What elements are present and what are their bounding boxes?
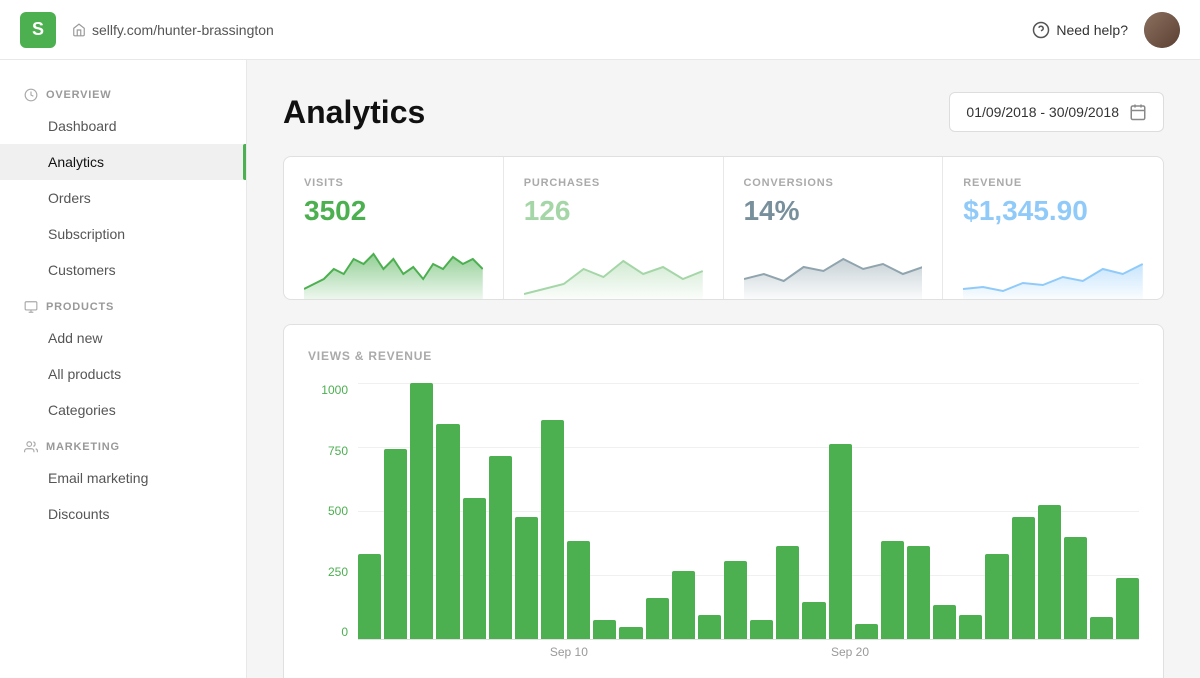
url-bar: sellfy.com/hunter-brassington [72, 22, 274, 38]
sidebar-item-customers[interactable]: Customers [0, 252, 246, 288]
conversions-value: 14% [744, 195, 923, 227]
help-button[interactable]: Need help? [1032, 21, 1128, 39]
revenue-value: $1,345.90 [963, 195, 1143, 227]
stat-cards: VISITS 3502 PURCHASES 126 [283, 156, 1164, 300]
main-content: Analytics 01/09/2018 - 30/09/2018 VISITS… [247, 60, 1200, 678]
calendar-icon [1129, 103, 1147, 121]
bar-13 [698, 615, 721, 639]
y-label-0: 0 [308, 625, 348, 639]
bar-14 [724, 561, 747, 639]
bar-5 [489, 456, 512, 639]
sidebar-item-email-marketing[interactable]: Email marketing [0, 460, 246, 496]
chart-title: VIEWS & REVENUE [308, 349, 1139, 363]
purchases-value: 126 [524, 195, 703, 227]
chart-body: Sep 10 Sep 20 [358, 383, 1139, 663]
x-label-sep20: Sep 20 [831, 645, 869, 659]
y-label-1000: 1000 [308, 383, 348, 397]
sidebar-item-all-products[interactable]: All products [0, 356, 246, 392]
stat-card-conversions: CONVERSIONS 14% [724, 157, 944, 299]
bar-24 [985, 554, 1008, 639]
chart-container: 1000 750 500 250 0 [308, 383, 1139, 663]
help-label: Need help? [1056, 22, 1128, 38]
bar-9 [593, 620, 616, 640]
bar-22 [933, 605, 956, 639]
bar-18 [829, 444, 852, 639]
layout: OVERVIEW Dashboard Analytics Orders Subs… [0, 60, 1200, 678]
sidebar-item-subscription[interactable]: Subscription [0, 216, 246, 252]
bar-10 [619, 627, 642, 639]
bar-16 [776, 546, 799, 639]
chart-x-axis: Sep 10 Sep 20 [358, 639, 1139, 663]
bar-7 [541, 420, 564, 639]
marketing-icon [24, 440, 38, 454]
stat-card-purchases: PURCHASES 126 [504, 157, 724, 299]
bar-2 [410, 383, 433, 639]
chart-y-axis: 1000 750 500 250 0 [308, 383, 348, 663]
purchases-sparkline [524, 239, 703, 299]
sidebar-item-categories[interactable]: Categories [0, 392, 246, 428]
date-range-text: 01/09/2018 - 30/09/2018 [966, 104, 1119, 120]
visits-value: 3502 [304, 195, 483, 227]
revenue-label: REVENUE [963, 177, 1143, 189]
bar-6 [515, 517, 538, 639]
bar-26 [1038, 505, 1061, 639]
y-label-250: 250 [308, 565, 348, 579]
products-section-label: PRODUCTS [0, 288, 246, 320]
visits-label: VISITS [304, 177, 483, 189]
stat-card-visits: VISITS 3502 [284, 157, 504, 299]
avatar[interactable] [1144, 12, 1180, 48]
conversions-sparkline [744, 239, 923, 299]
bar-25 [1012, 517, 1035, 639]
bar-27 [1064, 537, 1087, 639]
sidebar: OVERVIEW Dashboard Analytics Orders Subs… [0, 60, 247, 678]
sidebar-item-add-new[interactable]: Add new [0, 320, 246, 356]
sidebar-item-dashboard[interactable]: Dashboard [0, 108, 246, 144]
products-icon [24, 300, 38, 314]
overview-icon [24, 88, 38, 102]
bar-8 [567, 541, 590, 639]
url-text: sellfy.com/hunter-brassington [92, 22, 274, 38]
page-title: Analytics [283, 94, 425, 131]
sidebar-item-analytics[interactable]: Analytics [0, 144, 246, 180]
bar-21 [907, 546, 930, 639]
y-label-500: 500 [308, 504, 348, 518]
bar-19 [855, 624, 878, 639]
logo-letter: S [32, 19, 44, 40]
conversions-label: CONVERSIONS [744, 177, 923, 189]
sidebar-item-orders[interactable]: Orders [0, 180, 246, 216]
bar-1 [384, 449, 407, 639]
avatar-image [1144, 12, 1180, 48]
page-header: Analytics 01/09/2018 - 30/09/2018 [283, 92, 1164, 132]
bar-29 [1116, 578, 1139, 639]
bar-20 [881, 541, 904, 639]
sidebar-item-discounts[interactable]: Discounts [0, 496, 246, 532]
home-icon [72, 23, 86, 37]
bar-11 [646, 598, 669, 639]
date-picker[interactable]: 01/09/2018 - 30/09/2018 [949, 92, 1164, 132]
topbar: S sellfy.com/hunter-brassington Need hel… [0, 0, 1200, 60]
bar-17 [802, 602, 825, 639]
marketing-section-label: MARKETING [0, 428, 246, 460]
bar-15 [750, 620, 773, 640]
logo[interactable]: S [20, 12, 56, 48]
bar-28 [1090, 617, 1113, 639]
stat-card-revenue: REVENUE $1,345.90 [943, 157, 1163, 299]
help-icon [1032, 21, 1050, 39]
bar-0 [358, 554, 381, 639]
bar-12 [672, 571, 695, 639]
overview-section-label: OVERVIEW [0, 76, 246, 108]
bar-23 [959, 615, 982, 639]
chart-section: VIEWS & REVENUE 1000 750 500 250 0 [283, 324, 1164, 678]
bar-4 [463, 498, 486, 639]
bars-container [358, 383, 1139, 639]
purchases-label: PURCHASES [524, 177, 703, 189]
topbar-right: Need help? [1032, 12, 1180, 48]
visits-sparkline [304, 239, 483, 299]
x-label-sep10: Sep 10 [550, 645, 588, 659]
y-label-750: 750 [308, 444, 348, 458]
bar-3 [436, 424, 459, 639]
revenue-sparkline [963, 239, 1143, 299]
